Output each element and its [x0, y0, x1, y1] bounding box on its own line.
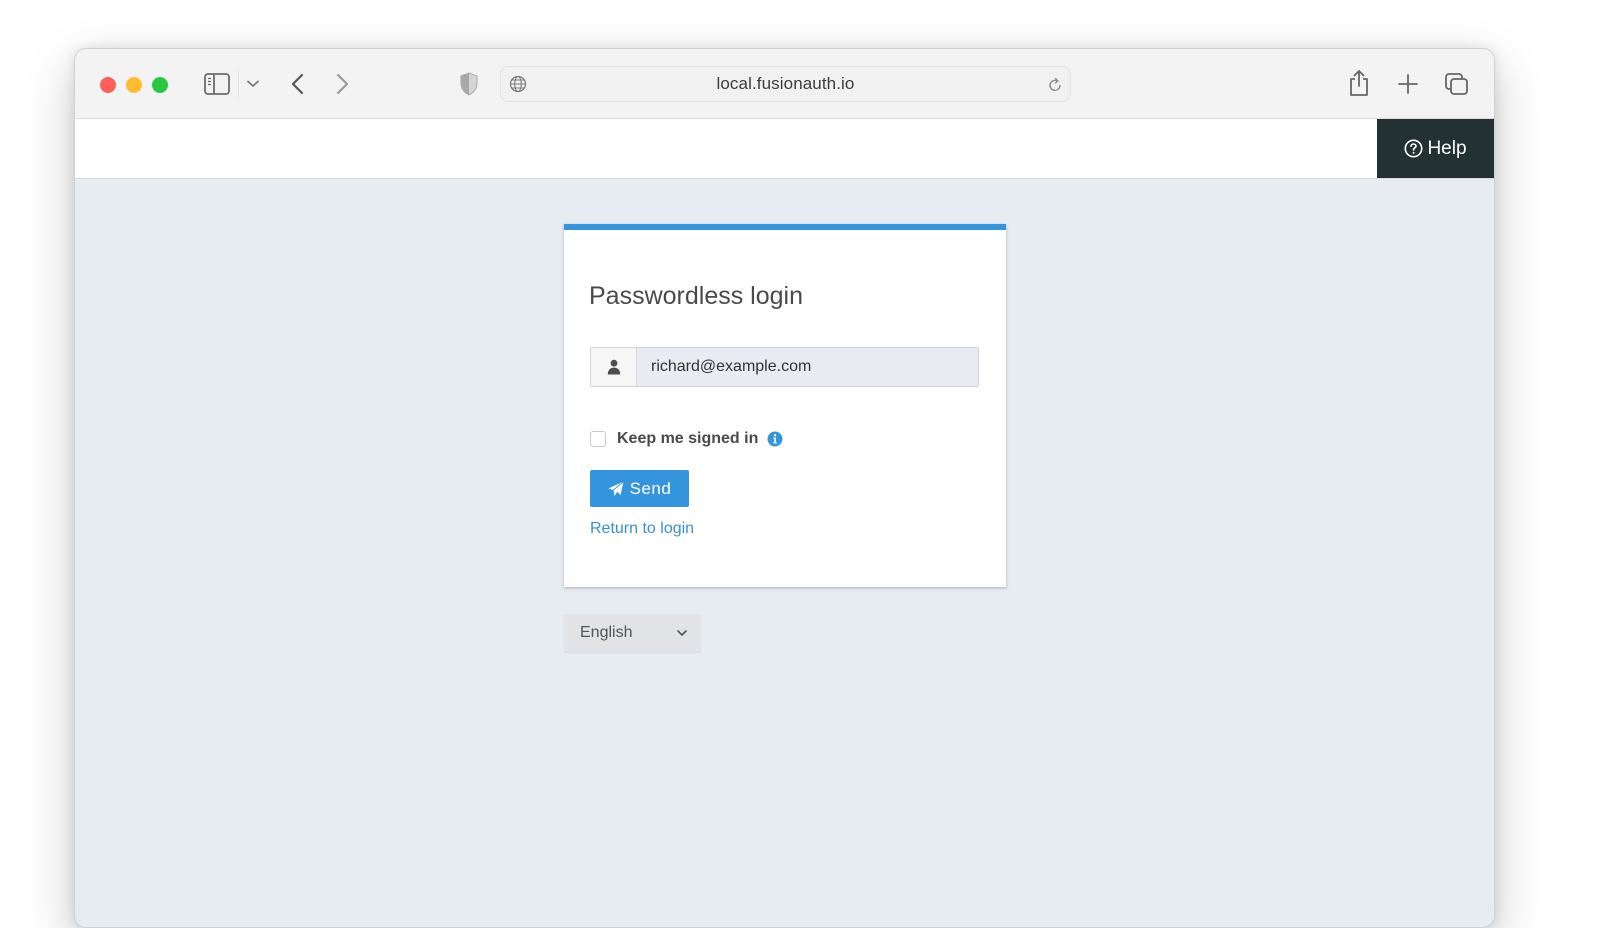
help-label: Help: [1427, 137, 1467, 159]
sidebar-icon: [204, 73, 230, 95]
new-tab-button[interactable]: [1395, 71, 1421, 97]
shield-icon: [460, 72, 478, 96]
login-card: Passwordless login Keep me signed in: [564, 224, 1006, 587]
plus-icon: [1398, 74, 1418, 94]
maximize-window-button[interactable]: [152, 77, 168, 93]
url-text: local.fusionauth.io: [716, 74, 855, 93]
privacy-report-button[interactable]: [457, 71, 481, 97]
chevron-down-icon: [247, 80, 259, 87]
globe-icon: [509, 75, 527, 93]
browser-window: local.fusionauth.io Help Passwordless lo…: [74, 48, 1495, 928]
toolbar-divider: [238, 71, 239, 97]
sidebar-toggle-button[interactable]: [203, 72, 231, 96]
back-button[interactable]: [285, 71, 309, 97]
chevron-down-icon: [675, 626, 689, 640]
keep-signed-in-checkbox[interactable]: [590, 431, 606, 447]
language-selected-value: English: [580, 624, 633, 641]
forward-button[interactable]: [331, 71, 355, 97]
browser-toolbar: local.fusionauth.io: [75, 49, 1494, 119]
user-icon: [591, 348, 637, 386]
address-bar[interactable]: local.fusionauth.io: [500, 66, 1071, 102]
return-to-login-link[interactable]: Return to login: [590, 520, 694, 538]
login-input-group: [590, 347, 979, 387]
reload-button[interactable]: [1046, 76, 1064, 94]
send-button[interactable]: Send: [590, 470, 689, 507]
login-email-input[interactable]: [637, 348, 978, 386]
reload-icon: [1049, 77, 1061, 92]
paper-plane-icon: [608, 480, 624, 497]
page-title: Passwordless login: [589, 282, 803, 310]
share-icon: [1350, 70, 1368, 96]
chevron-left-icon: [291, 73, 304, 95]
minimize-window-button[interactable]: [126, 77, 142, 93]
page-header: Help: [75, 119, 1494, 179]
share-button[interactable]: [1345, 68, 1373, 98]
tab-overview-button[interactable]: [1443, 71, 1471, 97]
info-circle-icon[interactable]: [767, 431, 783, 447]
close-window-button[interactable]: [100, 77, 116, 93]
tabs-overview-icon: [1445, 73, 1468, 95]
language-select[interactable]: English: [564, 614, 701, 652]
chevron-right-icon: [336, 73, 349, 95]
keep-signed-in-label[interactable]: Keep me signed in: [617, 430, 758, 448]
sidebar-menu-button[interactable]: [245, 76, 261, 92]
send-label: Send: [629, 478, 672, 498]
keep-signed-in-row: Keep me signed in: [590, 430, 783, 448]
question-circle-icon: [1404, 139, 1423, 158]
help-button[interactable]: Help: [1377, 119, 1494, 178]
